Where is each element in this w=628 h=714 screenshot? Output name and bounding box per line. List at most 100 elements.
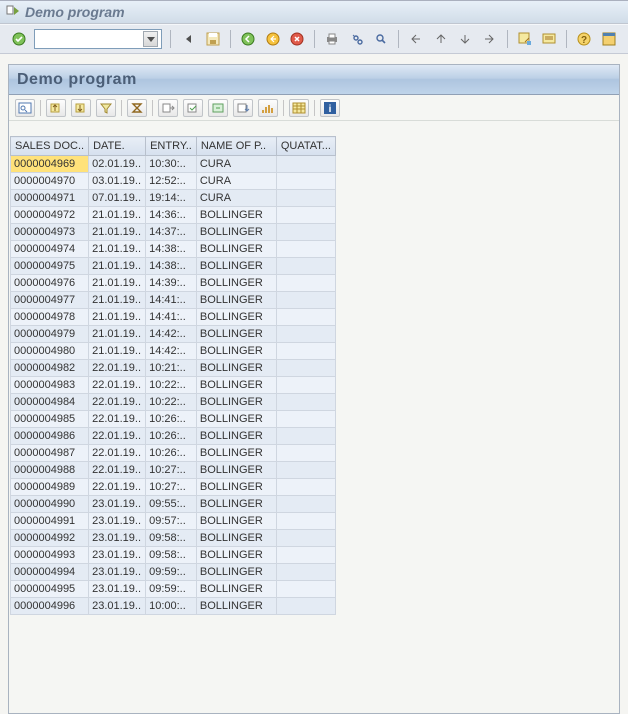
- cell-date[interactable]: 23.01.19..: [89, 547, 146, 564]
- cell-date[interactable]: 21.01.19..: [89, 241, 146, 258]
- cell-salesdoc[interactable]: 0000004976: [11, 275, 89, 292]
- table-row[interactable]: 000000498021.01.19..14:42:..BOLLINGER: [11, 343, 336, 360]
- cell-quatat[interactable]: [276, 394, 335, 411]
- cell-date[interactable]: 21.01.19..: [89, 224, 146, 241]
- cell-entry[interactable]: 12:52:..: [146, 173, 197, 190]
- cell-quatat[interactable]: [276, 496, 335, 513]
- cell-quatat[interactable]: [276, 309, 335, 326]
- cell-quatat[interactable]: [276, 241, 335, 258]
- table-row[interactable]: 000000499623.01.19..10:00:..BOLLINGER: [11, 598, 336, 615]
- cell-salesdoc[interactable]: 0000004986: [11, 428, 89, 445]
- cell-salesdoc[interactable]: 0000004977: [11, 292, 89, 309]
- first-page-button[interactable]: [407, 29, 425, 49]
- cell-quatat[interactable]: [276, 445, 335, 462]
- cell-entry[interactable]: 10:22:..: [146, 394, 197, 411]
- table-row[interactable]: 000000497521.01.19..14:38:..BOLLINGER: [11, 258, 336, 275]
- manage-layout-button[interactable]: [233, 99, 253, 117]
- cell-quatat[interactable]: [276, 326, 335, 343]
- cell-entry[interactable]: 10:21:..: [146, 360, 197, 377]
- sort-asc-button[interactable]: [46, 99, 66, 117]
- cell-salesdoc[interactable]: 0000004978: [11, 309, 89, 326]
- export-button[interactable]: [158, 99, 178, 117]
- cell-entry[interactable]: 14:38:..: [146, 258, 197, 275]
- cell-name[interactable]: BOLLINGER: [196, 360, 276, 377]
- table-row[interactable]: 000000498522.01.19..10:26:..BOLLINGER: [11, 411, 336, 428]
- cell-date[interactable]: 21.01.19..: [89, 207, 146, 224]
- table-row[interactable]: 000000497221.01.19..14:36:..BOLLINGER: [11, 207, 336, 224]
- cell-date[interactable]: 21.01.19..: [89, 292, 146, 309]
- cell-entry[interactable]: 10:26:..: [146, 445, 197, 462]
- table-row[interactable]: 000000498822.01.19..10:27:..BOLLINGER: [11, 462, 336, 479]
- enter-button[interactable]: [10, 29, 28, 49]
- table-row[interactable]: 000000499323.01.19..09:58:..BOLLINGER: [11, 547, 336, 564]
- cell-name[interactable]: BOLLINGER: [196, 581, 276, 598]
- cell-salesdoc[interactable]: 0000004975: [11, 258, 89, 275]
- customize-layout-button[interactable]: [600, 29, 618, 49]
- cell-quatat[interactable]: [276, 292, 335, 309]
- cell-salesdoc[interactable]: 0000004988: [11, 462, 89, 479]
- cell-name[interactable]: BOLLINGER: [196, 326, 276, 343]
- cell-salesdoc[interactable]: 0000004969: [11, 156, 89, 173]
- cell-date[interactable]: 22.01.19..: [89, 394, 146, 411]
- cell-entry[interactable]: 14:41:..: [146, 309, 197, 326]
- col-header-entry[interactable]: ENTRY..: [146, 137, 197, 156]
- save-button[interactable]: [204, 29, 222, 49]
- total-button[interactable]: [127, 99, 147, 117]
- table-row[interactable]: 000000497821.01.19..14:41:..BOLLINGER: [11, 309, 336, 326]
- table-row[interactable]: 000000497003.01.19..12:52:..CURA: [11, 173, 336, 190]
- table-row[interactable]: 000000497321.01.19..14:37:..BOLLINGER: [11, 224, 336, 241]
- cell-quatat[interactable]: [276, 156, 335, 173]
- cell-salesdoc[interactable]: 0000004984: [11, 394, 89, 411]
- back-button[interactable]: [179, 29, 197, 49]
- cell-name[interactable]: BOLLINGER: [196, 224, 276, 241]
- table-row[interactable]: 000000497421.01.19..14:38:..BOLLINGER: [11, 241, 336, 258]
- help-button[interactable]: ?: [575, 29, 593, 49]
- cell-name[interactable]: BOLLINGER: [196, 258, 276, 275]
- table-row[interactable]: 000000497107.01.19..19:14:..CURA: [11, 190, 336, 207]
- cell-quatat[interactable]: [276, 411, 335, 428]
- cell-entry[interactable]: 14:42:..: [146, 343, 197, 360]
- cell-entry[interactable]: 19:14:..: [146, 190, 197, 207]
- details-button[interactable]: [15, 99, 35, 117]
- cell-date[interactable]: 23.01.19..: [89, 513, 146, 530]
- cell-date[interactable]: 21.01.19..: [89, 343, 146, 360]
- find-next-button[interactable]: [372, 29, 390, 49]
- info-button[interactable]: i: [320, 99, 340, 117]
- cell-name[interactable]: BOLLINGER: [196, 462, 276, 479]
- cell-entry[interactable]: 10:27:..: [146, 462, 197, 479]
- save-layout-button[interactable]: [208, 99, 228, 117]
- cell-salesdoc[interactable]: 0000004985: [11, 411, 89, 428]
- cell-entry[interactable]: 14:37:..: [146, 224, 197, 241]
- cell-salesdoc[interactable]: 0000004982: [11, 360, 89, 377]
- back-nav-button[interactable]: [239, 29, 257, 49]
- cell-quatat[interactable]: [276, 258, 335, 275]
- cell-quatat[interactable]: [276, 462, 335, 479]
- cell-quatat[interactable]: [276, 224, 335, 241]
- table-row[interactable]: 000000496902.01.19..10:30:..CURA: [11, 156, 336, 173]
- table-row[interactable]: 000000498222.01.19..10:21:..BOLLINGER: [11, 360, 336, 377]
- cell-salesdoc[interactable]: 0000004993: [11, 547, 89, 564]
- cell-entry[interactable]: 10:26:..: [146, 428, 197, 445]
- cell-entry[interactable]: 09:58:..: [146, 547, 197, 564]
- cell-date[interactable]: 23.01.19..: [89, 496, 146, 513]
- col-header-salesdoc[interactable]: SALES DOC..: [11, 137, 89, 156]
- cell-entry[interactable]: 10:27:..: [146, 479, 197, 496]
- col-header-quatat[interactable]: QUATAT...: [276, 137, 335, 156]
- cell-date[interactable]: 22.01.19..: [89, 445, 146, 462]
- cell-entry[interactable]: 09:59:..: [146, 564, 197, 581]
- command-field-dropdown[interactable]: [143, 31, 158, 47]
- cell-name[interactable]: BOLLINGER: [196, 275, 276, 292]
- cell-salesdoc[interactable]: 0000004972: [11, 207, 89, 224]
- cell-date[interactable]: 23.01.19..: [89, 581, 146, 598]
- graphics-button[interactable]: [258, 99, 278, 117]
- cell-quatat[interactable]: [276, 207, 335, 224]
- table-row[interactable]: 000000497721.01.19..14:41:..BOLLINGER: [11, 292, 336, 309]
- cell-entry[interactable]: 10:26:..: [146, 411, 197, 428]
- cell-quatat[interactable]: [276, 275, 335, 292]
- table-row[interactable]: 000000498322.01.19..10:22:..BOLLINGER: [11, 377, 336, 394]
- cell-date[interactable]: 23.01.19..: [89, 598, 146, 615]
- table-row[interactable]: 000000499123.01.19..09:57:..BOLLINGER: [11, 513, 336, 530]
- cell-entry[interactable]: 14:36:..: [146, 207, 197, 224]
- col-header-date[interactable]: DATE.: [89, 137, 146, 156]
- cell-name[interactable]: BOLLINGER: [196, 513, 276, 530]
